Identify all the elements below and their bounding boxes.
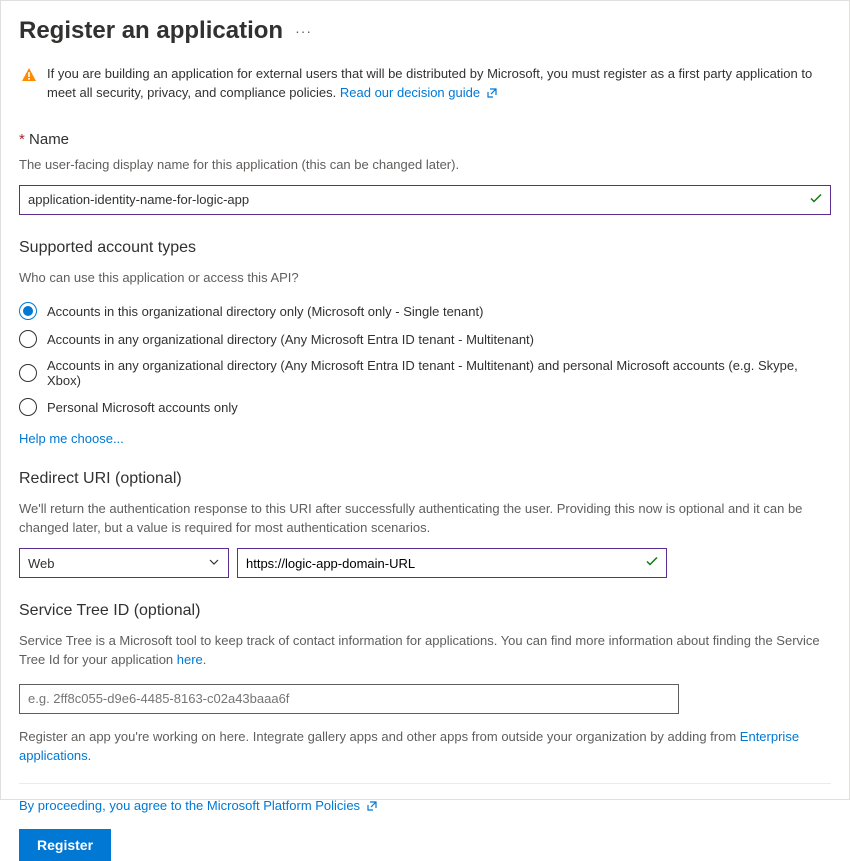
- platform-policies-link[interactable]: By proceeding, you agree to the Microsof…: [19, 798, 378, 813]
- name-input[interactable]: [19, 185, 831, 215]
- service-tree-id-input[interactable]: [19, 684, 679, 714]
- radio-option-personal-only[interactable]: Personal Microsoft accounts only: [19, 393, 831, 421]
- checkmark-icon: [645, 555, 659, 572]
- radio-option-single-tenant[interactable]: Accounts in this organizational director…: [19, 297, 831, 325]
- radio-label: Personal Microsoft accounts only: [47, 400, 238, 415]
- radio-label: Accounts in any organizational directory…: [47, 332, 534, 347]
- footnote-text: Register an app you're working on here. …: [19, 728, 831, 766]
- decision-guide-link[interactable]: Read our decision guide: [340, 85, 498, 100]
- radio-label: Accounts in any organizational directory…: [47, 358, 831, 388]
- radio-label: Accounts in this organizational director…: [47, 304, 483, 319]
- radio-icon: [19, 302, 37, 320]
- checkmark-icon: [809, 191, 823, 208]
- redirect-platform-select[interactable]: Web: [19, 548, 229, 578]
- external-link-icon: [486, 86, 498, 105]
- account-types-radio-group: Accounts in this organizational director…: [19, 297, 831, 421]
- redirect-uri-helper: We'll return the authentication response…: [19, 500, 831, 538]
- register-button[interactable]: Register: [19, 829, 111, 861]
- radio-icon: [19, 398, 37, 416]
- redirect-platform-value: Web: [28, 556, 55, 571]
- radio-icon: [19, 330, 37, 348]
- page-title: Register an application: [19, 17, 283, 45]
- more-actions-button[interactable]: ···: [295, 23, 312, 39]
- radio-icon: [19, 364, 37, 382]
- account-types-heading: Supported account types: [19, 239, 831, 257]
- name-helper-text: The user-facing display name for this ap…: [19, 156, 831, 175]
- service-tree-helper: Service Tree is a Microsoft tool to keep…: [19, 632, 831, 670]
- info-banner: If you are building an application for e…: [19, 59, 831, 119]
- warning-icon: [21, 67, 37, 89]
- external-link-icon: [366, 800, 378, 815]
- name-label: * Name: [19, 131, 831, 148]
- help-me-choose-link[interactable]: Help me choose...: [19, 431, 124, 446]
- radio-option-multitenant[interactable]: Accounts in any organizational directory…: [19, 325, 831, 353]
- redirect-uri-heading: Redirect URI (optional): [19, 470, 831, 488]
- divider: [19, 783, 831, 784]
- service-tree-heading: Service Tree ID (optional): [19, 602, 831, 620]
- radio-option-multitenant-personal[interactable]: Accounts in any organizational directory…: [19, 353, 831, 393]
- account-types-question: Who can use this application or access t…: [19, 269, 831, 288]
- chevron-down-icon: [208, 556, 220, 571]
- redirect-uri-input[interactable]: [237, 548, 667, 578]
- service-tree-here-link[interactable]: here: [177, 652, 203, 667]
